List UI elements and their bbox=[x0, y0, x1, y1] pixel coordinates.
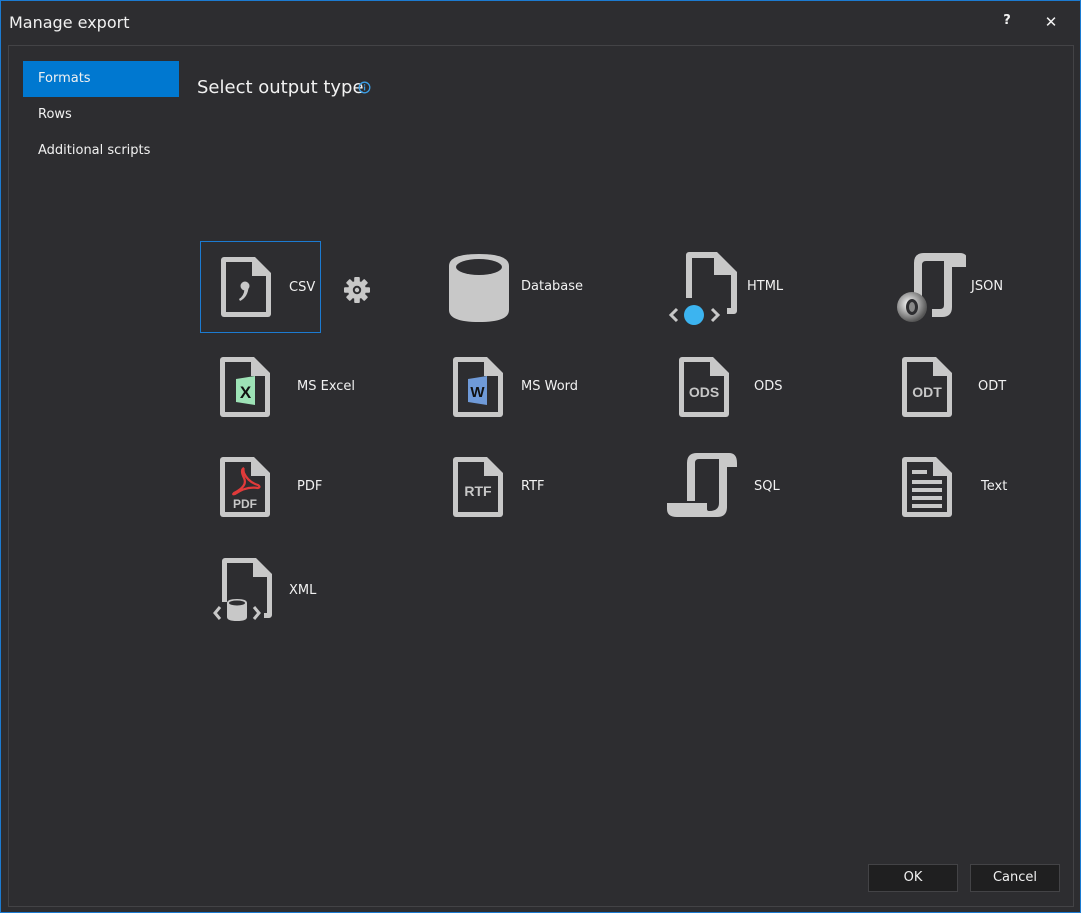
content-panel: Formats Rows Additional scripts Select o… bbox=[8, 45, 1074, 907]
format-tile-ms-excel[interactable]: X MS Excel bbox=[200, 341, 355, 433]
nav-item-additional-scripts[interactable]: Additional scripts bbox=[23, 133, 179, 169]
sidebar-nav: Formats Rows Additional scripts bbox=[23, 61, 179, 169]
word-icon-letter: W bbox=[470, 384, 485, 401]
xml-file-icon bbox=[213, 558, 272, 621]
rtf-file-icon: RTF bbox=[453, 457, 503, 517]
pdf-icon-text: PDF bbox=[233, 497, 257, 511]
json-scroll-icon bbox=[897, 253, 966, 322]
format-tile-sql[interactable]: SQL bbox=[659, 441, 780, 533]
help-button[interactable]: ? bbox=[995, 13, 1019, 33]
ok-button[interactable]: OK bbox=[868, 864, 958, 892]
format-tile-odt[interactable]: ODT ODT bbox=[884, 341, 1007, 433]
format-label: RTF bbox=[521, 479, 545, 494]
sql-scroll-icon bbox=[667, 453, 737, 517]
page-title: Select output type bbox=[197, 77, 364, 98]
database-icon bbox=[449, 254, 509, 322]
ods-file-icon: ODS bbox=[679, 357, 729, 417]
odt-file-icon: ODT bbox=[902, 357, 952, 417]
pdf-file-icon: PDF bbox=[220, 457, 270, 517]
window-title: Manage export bbox=[9, 13, 130, 32]
word-file-icon: W bbox=[453, 357, 503, 417]
format-label: PDF bbox=[297, 479, 323, 494]
format-label: XML bbox=[289, 583, 317, 598]
format-tile-xml[interactable]: XML bbox=[200, 543, 321, 635]
csv-file-icon bbox=[221, 257, 271, 317]
format-label: HTML bbox=[747, 279, 784, 294]
format-label: ODT bbox=[978, 379, 1007, 394]
format-tile-html[interactable]: HTML bbox=[659, 241, 784, 333]
format-label: ODS bbox=[754, 379, 783, 394]
format-tile-json[interactable]: JSON bbox=[884, 241, 1005, 333]
gear-icon[interactable] bbox=[342, 275, 372, 305]
text-file-icon bbox=[902, 457, 952, 517]
rtf-icon-text: RTF bbox=[464, 483, 492, 499]
close-button[interactable]: ✕ bbox=[1039, 13, 1063, 33]
odt-icon-text: ODT bbox=[912, 384, 942, 400]
cancel-button[interactable]: Cancel bbox=[970, 864, 1060, 892]
html-file-icon bbox=[668, 252, 737, 325]
info-icon[interactable] bbox=[358, 81, 371, 94]
format-label: Text bbox=[981, 479, 1008, 494]
format-label: SQL bbox=[754, 479, 780, 494]
format-tile-csv[interactable]: CSV bbox=[200, 241, 321, 333]
nav-item-formats[interactable]: Formats bbox=[23, 61, 179, 97]
format-label: Database bbox=[521, 279, 584, 294]
excel-file-icon: X bbox=[220, 357, 270, 417]
format-tile-text[interactable]: Text bbox=[884, 441, 1008, 533]
format-label: MS Word bbox=[521, 379, 579, 394]
format-tile-ms-word[interactable]: W MS Word bbox=[431, 341, 578, 433]
format-label: JSON bbox=[971, 279, 1004, 294]
title-bar: Manage export ? ✕ bbox=[1, 1, 1080, 45]
excel-icon-letter: X bbox=[240, 383, 252, 402]
format-tile-pdf[interactable]: PDF PDF bbox=[200, 441, 323, 533]
format-tile-ods[interactable]: ODS ODS bbox=[659, 341, 783, 433]
format-tile-database[interactable]: Database bbox=[431, 241, 583, 333]
nav-item-rows[interactable]: Rows bbox=[23, 97, 179, 133]
ods-icon-text: ODS bbox=[689, 384, 719, 400]
format-label: CSV bbox=[289, 280, 316, 295]
format-label: MS Excel bbox=[297, 379, 356, 394]
manage-export-dialog: Manage export ? ✕ Formats Rows Additiona… bbox=[0, 0, 1081, 913]
format-tile-rtf[interactable]: RTF RTF bbox=[431, 441, 552, 533]
